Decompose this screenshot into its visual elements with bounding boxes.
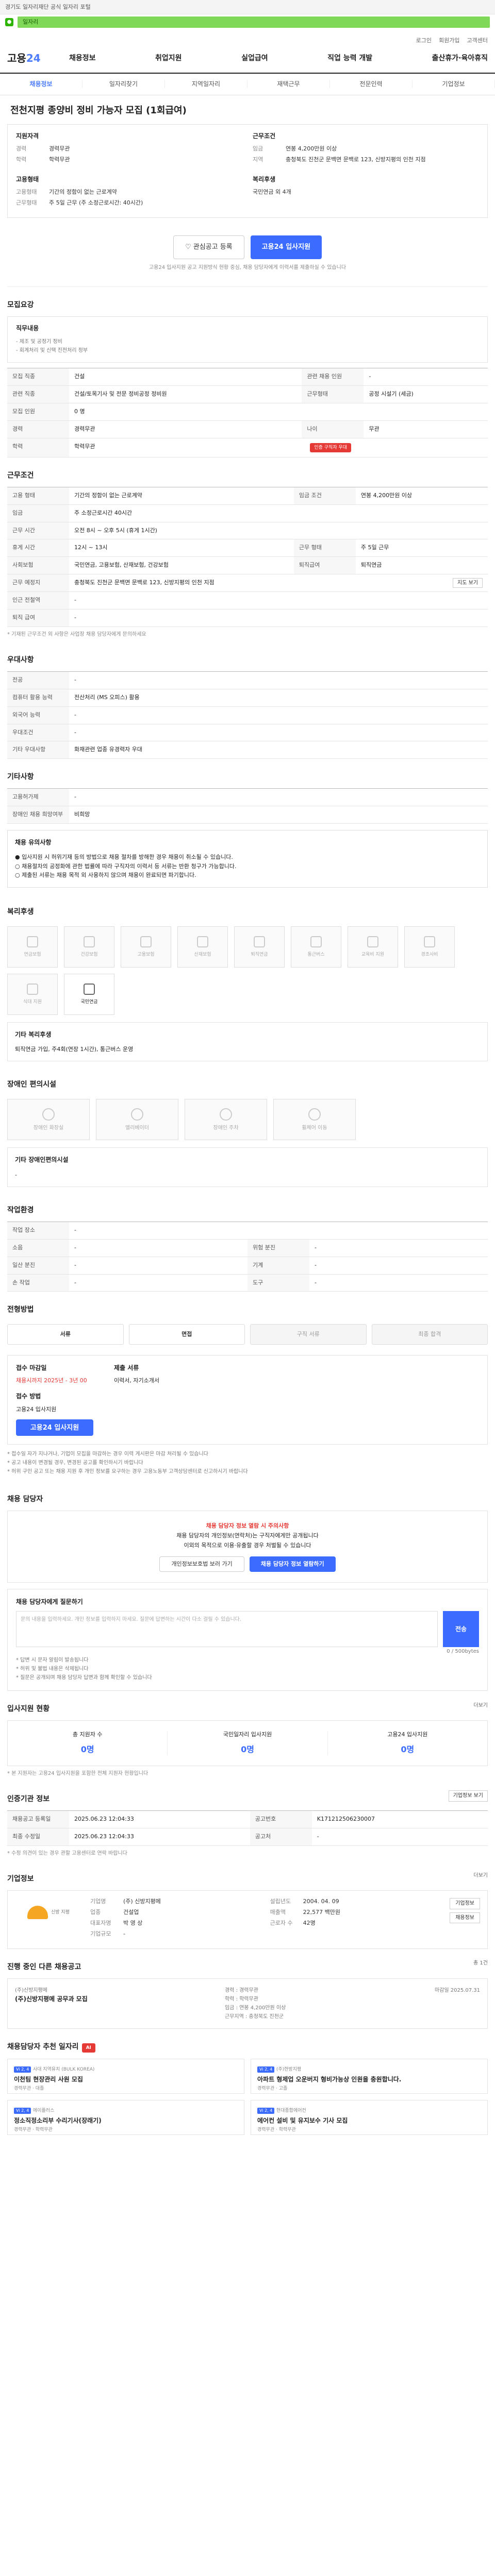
notice-box: 채용 유의사항 ● 입사지원 시 허위기재 등의 방법으로 채용 절차를 방해한…: [7, 829, 488, 888]
meal-icon: [27, 983, 38, 995]
health-icon: [84, 936, 95, 947]
conditions-table: 고용 형태 기간의 정함이 없는 근로계약 임금 조건 연봉 4,200만원 이상 임…: [7, 486, 488, 627]
registration-table: 채용공고 등록일 2025.06.23 12:04:33 공고번호 K17121250…: [7, 1810, 488, 1846]
map-button[interactable]: 지도 보기: [453, 578, 483, 588]
restroom-icon: [42, 1108, 55, 1121]
apply-box: 접수 마감일 채용시까지 2025년 - 3년 00 접수 방법 고용24 입사…: [7, 1355, 488, 1445]
subnav-item[interactable]: 일자리찾기: [82, 80, 165, 89]
welfare-tile: 산재보험: [177, 926, 228, 968]
summary-box: 지원자격 경력 경력무관 학력 학력무관 고용형태 고용형태 기간의 정함이 없는 근…: [7, 124, 488, 218]
retire-icon: [254, 936, 265, 947]
welfare-grid: 연금보험 건강보험 고용보험 산재보험 퇴직연금 통근버스 교육비 지원 경조사…: [7, 923, 488, 1022]
step: 면접: [128, 1324, 245, 1345]
education-icon: [367, 936, 378, 947]
apply-note: 고용24 입사지원 공고 지원방식 현황 중심, 채용 담당자에게 이력서를 제…: [7, 264, 488, 287]
recommend-card[interactable]: Vi 2, 4 (주)한방지평 아파트 형제업 오운버지 형비가능상 인원을 충원…: [251, 2058, 488, 2094]
step: 구직 서류: [250, 1324, 367, 1345]
gnb-item[interactable]: 취업지원: [155, 54, 182, 63]
send-question-button[interactable]: 전송: [443, 1611, 479, 1648]
duty-box: 직무내용 - 제조 및 공정기 정비 - 회계처리 및 신택 진전처리 정부: [7, 316, 488, 363]
apply-button-2[interactable]: 고용24 입사지원: [16, 1419, 93, 1436]
recruit-table: 모집 직종 건설 관련 채용 인원 - 관련 직종 건설/토목기사 및 전문 정비공정 …: [7, 368, 488, 457]
recommend-card[interactable]: Vi 2, 4 현대종합에어컨 에어컨 설비 및 유지보수 기사 모집 경력무관 ·…: [251, 2099, 488, 2135]
preference-table: 전공 - 컴퓨터 활용 능력 전산처리 (MS 오피스) 활용 외국어 능력 - 우대…: [7, 671, 488, 759]
logo[interactable]: 고용24: [7, 52, 69, 65]
recommend-cards: Vi 2, 4 사대 지역유치 (BULK KOREA) 이천팀 현장관리 사원 …: [7, 2058, 488, 2135]
facility-grid: 장애인 화장실 엘리베이터 장애인 주차 휠체어 이동: [7, 1096, 488, 1147]
globe-icon: ●: [5, 18, 13, 26]
accident-icon: [197, 936, 208, 947]
util-menu: 로그인 회원가입 고객센터: [0, 30, 495, 45]
preferred-badge: 인증 구직자 우대: [310, 443, 352, 452]
etc-table: 고용허가제 - 장애인 채용 희망여부 비희망: [7, 788, 488, 824]
top-banner: 경기도 일자리재단 공식 일자리 포털: [0, 0, 495, 14]
welfare-tile: 국민연금: [64, 973, 114, 1015]
company-jobs-button[interactable]: 채용정보: [450, 1912, 480, 1924]
wheelchair-icon: [308, 1108, 321, 1121]
step: 서류: [7, 1324, 124, 1345]
welfare-tile: 교육비 지원: [348, 926, 398, 968]
welfare-tile: 건강보험: [64, 926, 114, 968]
subnav-item[interactable]: 재택근무: [248, 80, 330, 89]
applicant-stats: 총 지원자 수 0명 국민일자리 입사지원 0명 고용24 입사지원 0명: [7, 1720, 488, 1766]
parking-icon: [220, 1108, 232, 1121]
more-link[interactable]: 더보기: [473, 1702, 488, 1709]
subnav-item[interactable]: 지역일자리: [165, 80, 248, 89]
welfare-tile: 경조사비: [404, 926, 455, 968]
facility-tile: 장애인 화장실: [7, 1099, 90, 1141]
sub-nav: 채용정보 일자리찾기 지역일자리 재택근무 전문인력 기업정보: [0, 74, 495, 95]
view-manager-button[interactable]: 채용 담당자 정보 열람하기: [249, 1556, 336, 1572]
global-nav: 고용24 채용정보 취업지원 실업급여 직업 능력 개발 출산휴가·육아휴직: [0, 45, 495, 74]
section-heading: 모집요강: [7, 301, 34, 310]
welfare-tile: 통근버스: [291, 926, 341, 968]
national-pension-icon: [84, 983, 95, 995]
summary-heading: 지원자격: [16, 132, 39, 140]
gnb-item[interactable]: 출산휴가·육아휴직: [432, 54, 488, 63]
employment-icon: [140, 936, 152, 947]
scrap-button[interactable]: ♡ 관심공고 등록: [173, 235, 244, 259]
gnb-item[interactable]: 직업 능력 개발: [327, 54, 372, 63]
other-jobs-box: (주)신방지평메 (주)신방지평메 공무과 모집 경력 : 경력무관 학력 : …: [7, 1978, 488, 2029]
help-link[interactable]: 고객센터: [467, 37, 488, 45]
facility-tile: 휠체어 이동: [273, 1099, 356, 1141]
company-box: 신방 지평 기업명 (주) 신방지평메 업종 건설업 대표자명 박 영 상 기업규모 -…: [7, 1890, 488, 1949]
recommend-card[interactable]: Vi 2, 4 사대 지역유치 (BULK KOREA) 이천팀 현장관리 사원 …: [7, 2058, 244, 2094]
subnav-item[interactable]: 전문인력: [330, 80, 412, 89]
step: 최종 합격: [371, 1324, 488, 1345]
url-box[interactable]: 일자리: [18, 16, 490, 28]
welfare-tile: 고용보험: [121, 926, 171, 968]
bus-icon: [310, 936, 322, 947]
facility-tile: 엘리베이터: [96, 1099, 178, 1141]
facility-tile: 장애인 주차: [185, 1099, 267, 1141]
welfare-tile: 식대 지원: [7, 973, 58, 1015]
url-bar: ● 일자리: [0, 14, 495, 30]
job-title: 전천지평 종양비 정비 가능자 모집 (1회급여): [10, 105, 187, 116]
gnb-item[interactable]: 실업급여: [241, 54, 268, 63]
login-link[interactable]: 로그인: [416, 37, 432, 45]
apply-button[interactable]: 고용24 입사지원: [250, 235, 322, 259]
question-input[interactable]: 문의 내용을 입력하세요. 개인 정보를 입력하지 마세요. 질문에 답변하는 …: [16, 1611, 438, 1648]
welfare-tile: 연금보험: [7, 926, 58, 968]
other-job-link[interactable]: (주)신방지평메 공무과 모집: [15, 1995, 217, 2003]
recommend-card[interactable]: Vi 2, 4 에이플러스 정소직정소리부 수리기사(장래기) 경력무관 · 학력무…: [7, 2099, 244, 2135]
welfare-tile: 퇴직연금: [234, 926, 285, 968]
sun-logo-icon: [27, 1906, 48, 1920]
privacy-law-button[interactable]: 개인정보보호법 보러 가기: [159, 1556, 244, 1572]
question-box: 채용 담당자에게 질문하기 문의 내용을 입력하세요. 개인 정보를 입력하지 …: [7, 1589, 488, 1691]
selection-steps: 서류 면접 구직 서류 최종 합격: [7, 1321, 488, 1348]
subnav-item[interactable]: 채용정보: [0, 80, 82, 89]
gnb-menu: 채용정보 취업지원 실업급여 직업 능력 개발 출산휴가·육아휴직: [69, 54, 488, 63]
gift-icon: [424, 936, 435, 947]
environment-table: 작업 장소 - 소음 - 위험 분진 - 일산 분진 - 기계 - 손 작업 - 도구 -: [7, 1222, 488, 1292]
subnav-item[interactable]: 기업정보: [412, 80, 495, 89]
manager-box: 채용 담당자 정보 열람 시 주의사항 채용 담당자의 개인정보(연락처)는 구…: [7, 1511, 488, 1583]
gnb-item[interactable]: 채용정보: [69, 54, 96, 63]
elevator-icon: [131, 1108, 143, 1121]
pension-icon: [27, 936, 38, 947]
signup-link[interactable]: 회원가입: [439, 37, 459, 45]
company-detail-button[interactable]: 기업정보: [450, 1898, 480, 1909]
company-logo: 신방 지평: [15, 1898, 82, 1927]
company-info-button[interactable]: 기업정보 보기: [448, 1790, 488, 1802]
